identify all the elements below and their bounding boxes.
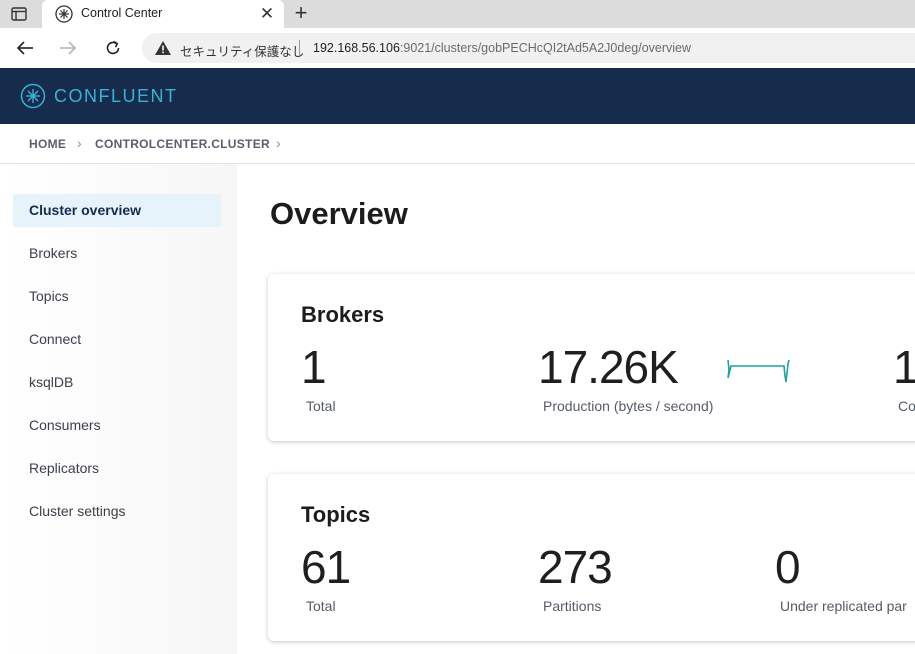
brokers-third-value: 1 bbox=[893, 341, 915, 393]
reload-icon[interactable] bbox=[101, 36, 125, 60]
topics-total-value: 61 bbox=[301, 541, 351, 593]
tab-actions-icon[interactable] bbox=[8, 5, 30, 23]
new-tab-icon[interactable]: + bbox=[290, 2, 312, 25]
sidebar-item-brokers[interactable]: Brokers bbox=[13, 237, 221, 270]
brokers-total-label: Total bbox=[306, 398, 336, 414]
breadcrumb-cluster[interactable]: CONTROLCENTER.CLUSTER bbox=[95, 137, 270, 151]
production-sparkline bbox=[727, 359, 790, 383]
brokers-total-value: 1 bbox=[301, 341, 327, 393]
warning-icon[interactable] bbox=[154, 40, 172, 56]
url-text[interactable]: 192.168.56.106:9021/clusters/gobPECHcQI2… bbox=[313, 41, 691, 55]
brokers-third-label: Co bbox=[898, 398, 915, 414]
chevron-right-icon: › bbox=[276, 135, 281, 151]
sidebar-item-topics[interactable]: Topics bbox=[13, 280, 221, 313]
brokers-card-title: Brokers bbox=[301, 302, 385, 327]
page-title: Overview bbox=[270, 196, 408, 231]
app-header: CONFLUENT bbox=[0, 68, 915, 124]
url-path: :9021/clusters/gobPECHcQI2tAd5A2J0deg/ov… bbox=[399, 41, 692, 55]
sidebar: Cluster overview Brokers Topics Connect … bbox=[0, 164, 237, 654]
close-tab-icon[interactable]: ✕ bbox=[258, 5, 276, 23]
url-host: 192.168.56.106 bbox=[313, 41, 400, 55]
topics-card-title: Topics bbox=[301, 502, 371, 527]
breadcrumb-home[interactable]: HOME bbox=[29, 137, 66, 151]
brokers-card[interactable]: Brokers 1 Total 17.26K Production (bytes… bbox=[268, 274, 915, 441]
topics-card[interactable]: Topics 61 Total 273 Partitions 0 Under r… bbox=[268, 474, 915, 641]
brand-name[interactable]: CONFLUENT bbox=[54, 86, 178, 107]
tab-title: Control Center bbox=[81, 6, 163, 20]
breadcrumb: HOME › CONTROLCENTER.CLUSTER › bbox=[0, 124, 915, 164]
browser-tab-strip: Control Center ✕ + bbox=[0, 0, 915, 28]
sidebar-item-connect[interactable]: Connect bbox=[13, 323, 221, 356]
topics-total-label: Total bbox=[306, 598, 336, 614]
browser-tab[interactable]: Control Center ✕ bbox=[42, 0, 284, 28]
forward-icon[interactable] bbox=[56, 36, 80, 60]
sidebar-item-consumers[interactable]: Consumers bbox=[13, 409, 221, 442]
partitions-label: Partitions bbox=[543, 598, 602, 614]
chevron-right-icon: › bbox=[77, 135, 82, 151]
address-bar[interactable]: セキュリティ保護なし 192.168.56.106:9021/clusters/… bbox=[142, 33, 915, 63]
confluent-logo-icon[interactable] bbox=[20, 83, 46, 109]
sidebar-item-cluster-overview[interactable]: Cluster overview bbox=[13, 194, 221, 227]
back-icon[interactable] bbox=[13, 36, 37, 60]
sidebar-item-ksqldb[interactable]: ksqlDB bbox=[13, 366, 221, 399]
insecure-label[interactable]: セキュリティ保護なし bbox=[180, 41, 304, 60]
under-replicated-label: Under replicated par bbox=[780, 598, 907, 614]
production-label: Production (bytes / second) bbox=[543, 398, 714, 414]
browser-toolbar: セキュリティ保護なし 192.168.56.106:9021/clusters/… bbox=[0, 28, 915, 68]
sidebar-item-cluster-settings[interactable]: Cluster settings bbox=[13, 495, 221, 528]
confluent-favicon-icon bbox=[55, 5, 73, 23]
sidebar-item-replicators[interactable]: Replicators bbox=[13, 452, 221, 485]
address-separator bbox=[299, 40, 300, 56]
under-replicated-value: 0 bbox=[775, 541, 801, 593]
partitions-value: 273 bbox=[538, 541, 613, 593]
production-value: 17.26K bbox=[538, 341, 679, 393]
